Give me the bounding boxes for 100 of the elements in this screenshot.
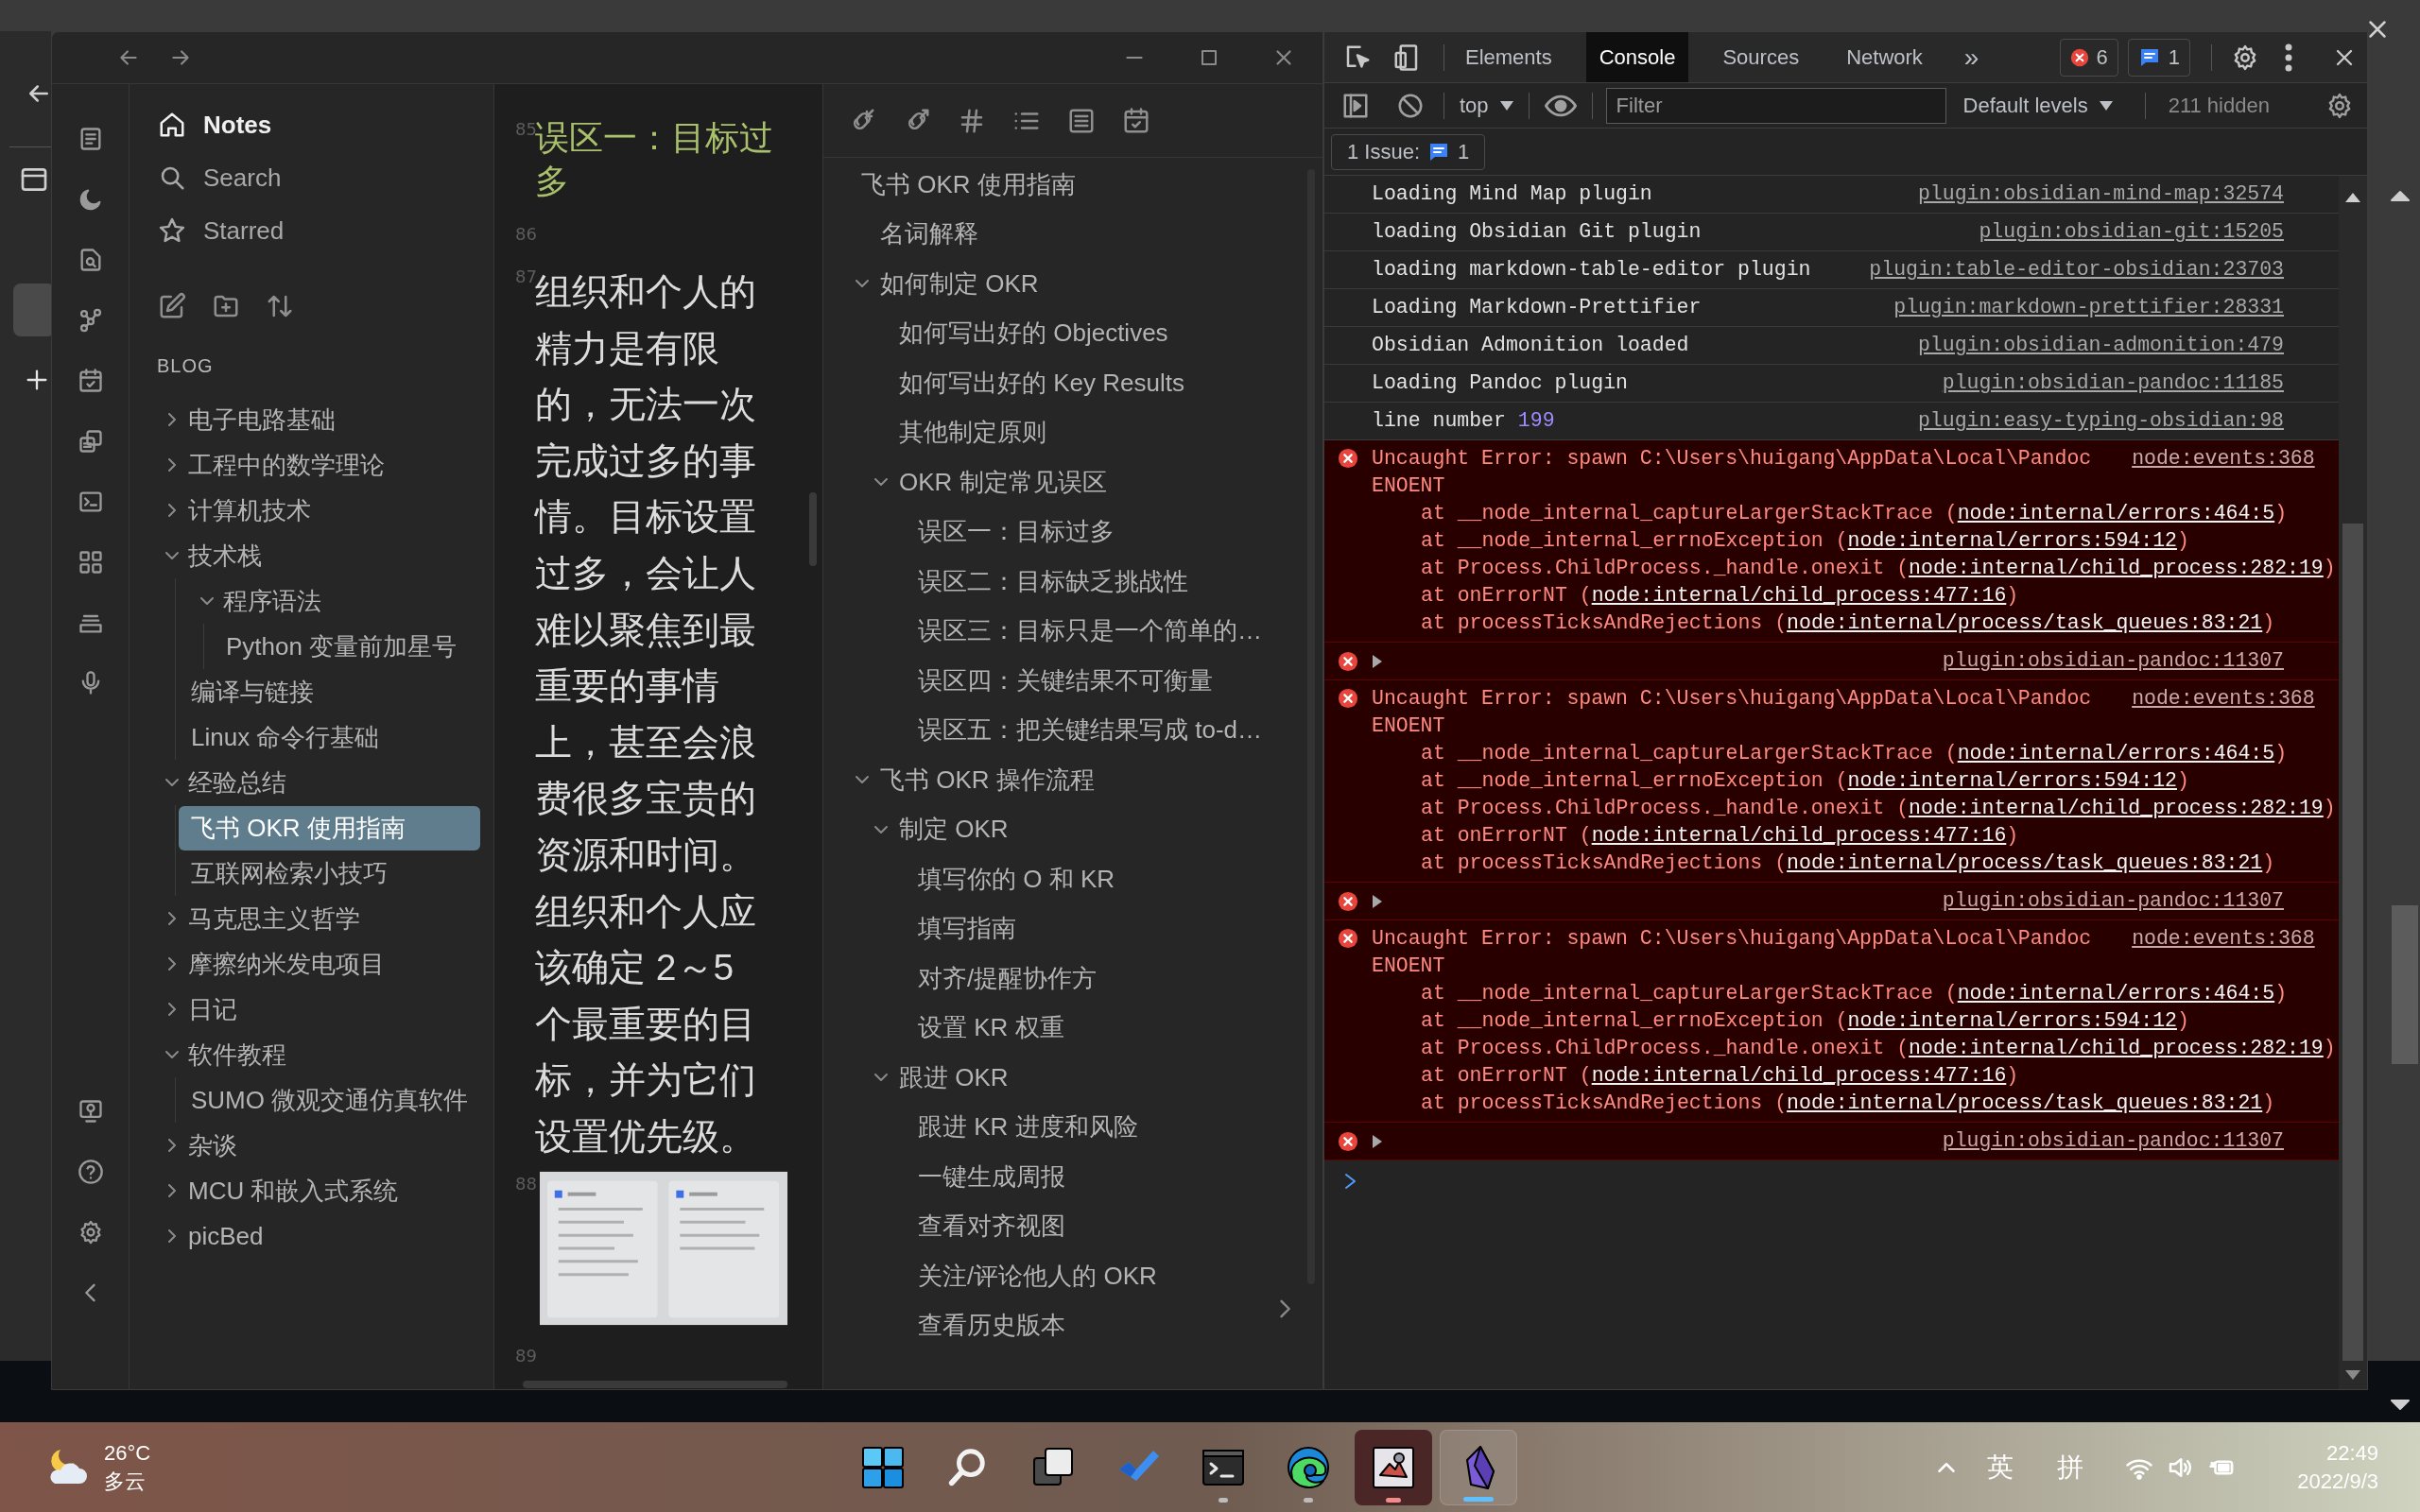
scrollbar-thumb[interactable]	[523, 1381, 787, 1388]
context-dropdown[interactable]: top	[1460, 90, 1513, 121]
outline-item[interactable]: 名词解释	[880, 215, 978, 253]
error-count-badge[interactable]: 6	[2059, 38, 2118, 77]
filter-field[interactable]: Filter	[1605, 87, 1946, 124]
devtools-tab[interactable]: Network	[1833, 32, 1936, 82]
help-icon[interactable]	[77, 1159, 104, 1185]
expand-triangle-icon[interactable]	[1372, 894, 1383, 908]
outline-item[interactable]: 误区四：关键结果不可衡量	[918, 662, 1213, 699]
message-count-badge[interactable]: 1	[2127, 38, 2190, 77]
nav-item[interactable]: Notes	[130, 98, 493, 151]
outline-item[interactable]: OKR 制定常见误区	[873, 463, 1107, 501]
outline-item[interactable]: 一键生成周报	[918, 1158, 1065, 1195]
source-link[interactable]: plugin:obsidian-pandoc:11185	[1942, 368, 2284, 399]
source-link[interactable]: plugin:table-editor-obsidian:23703	[1869, 254, 2284, 285]
source-link[interactable]: node:internal/process/task_queues:83:21	[1787, 1091, 2263, 1114]
copy-icon[interactable]	[77, 428, 104, 455]
outline-item[interactable]: 关注/评论他人的 OKR	[918, 1257, 1157, 1295]
tree-item[interactable]: 飞书 OKR 使用指南	[179, 805, 480, 850]
outline-item[interactable]: 对齐/提醒协作方	[918, 959, 1098, 997]
source-link[interactable]: node:internal/child_process:477:16	[1591, 584, 2007, 607]
outline-item[interactable]: 跟进 OKR	[873, 1058, 1009, 1096]
source-link[interactable]: node:internal/child_process:282:19	[1909, 557, 2324, 579]
tree-item[interactable]: 计算机技术	[160, 488, 480, 533]
expand-triangle-icon[interactable]	[1372, 1134, 1383, 1148]
source-link[interactable]: node:internal/errors:464:5	[1957, 742, 2275, 765]
outline-item[interactable]: 其他制定原则	[899, 414, 1046, 452]
outline-item[interactable]: 飞书 OKR 使用指南	[861, 165, 1076, 203]
more-options-icon[interactable]	[2284, 43, 2293, 72]
outline-item[interactable]: 误区三：目标只是一个简单的…	[918, 612, 1262, 650]
source-link[interactable]: plugin:obsidian-admonition:479	[1917, 330, 2284, 361]
outline-item[interactable]: 跟进 KR 进度和风险	[918, 1108, 1138, 1146]
new-note-icon[interactable]	[158, 292, 186, 320]
scrollbar-thumb[interactable]	[2342, 524, 2363, 1361]
source-link[interactable]: node:events:368	[2132, 925, 2315, 980]
issues-button[interactable]: 1 Issue: 1	[1331, 133, 1486, 170]
outline-item[interactable]: 如何写出好的 Objectives	[899, 315, 1168, 352]
source-link[interactable]: node:internal/errors:594:12	[1847, 769, 2177, 792]
tree-item[interactable]: 马克思主义哲学	[160, 896, 480, 941]
tree-item[interactable]: 工程中的数学理论	[160, 442, 480, 488]
source-link[interactable]: plugin:easy-typing-obsidian:98	[1917, 405, 2284, 437]
source-link[interactable]: node:internal/errors:464:5	[1957, 502, 2275, 524]
outline-item[interactable]: 查看历史版本	[918, 1307, 1065, 1345]
outline-item[interactable]: 制定 OKR	[873, 811, 1009, 849]
more-tabs-button[interactable]: »	[1963, 37, 1979, 77]
outline-item[interactable]: 误区二：目标缺乏挑战性	[918, 562, 1188, 600]
tree-item[interactable]: 互联网检索小技巧	[179, 850, 480, 896]
source-link[interactable]: node:events:368	[2132, 445, 2315, 500]
expand-triangle-icon[interactable]	[1372, 654, 1383, 668]
nav-item[interactable]: Search	[130, 151, 493, 204]
tree-item[interactable]: 软件教程	[160, 1032, 480, 1077]
source-link[interactable]: plugin:markdown-prettifier:28331	[1893, 292, 2284, 323]
tree-item[interactable]: 日记	[160, 987, 480, 1032]
log-levels-dropdown[interactable]: Default levels	[1962, 90, 2113, 121]
source-link[interactable]: node:internal/child_process:477:16	[1591, 1064, 2007, 1087]
scroll-down-arrow-icon[interactable]	[2390, 1399, 2411, 1412]
tree-item[interactable]: 技术栈	[160, 533, 480, 578]
tree-item[interactable]: 杂谈	[160, 1123, 480, 1168]
calendar-check-icon[interactable]	[77, 368, 104, 394]
tree-item[interactable]: 程序语法	[195, 578, 480, 624]
outline-item[interactable]: 误区五：把关键结果写成 to-d…	[918, 712, 1263, 749]
taskbar-button[interactable]	[1355, 1429, 1433, 1505]
scroll-up-arrow-icon[interactable]	[2390, 189, 2411, 202]
source-link[interactable]: plugin:obsidian-mind-map:32574	[1917, 179, 2284, 210]
outline-item[interactable]: 填写你的 O 和 KR	[918, 860, 1115, 898]
tree-item[interactable]: MCU 和嵌入式系统	[160, 1168, 480, 1213]
nav-item[interactable]: Starred	[130, 204, 493, 257]
vault-icon[interactable]	[77, 1098, 104, 1125]
calendar-check-icon[interactable]	[1122, 106, 1150, 135]
source-link[interactable]: node:internal/child_process:282:19	[1909, 797, 2324, 819]
grid-icon[interactable]	[77, 549, 104, 576]
source-link[interactable]: node:internal/errors:464:5	[1957, 982, 2275, 1005]
source-link[interactable]: node:internal/process/task_queues:83:21	[1787, 611, 2263, 634]
devtools-tab[interactable]: Sources	[1709, 32, 1813, 82]
tree-item[interactable]: picBed	[160, 1213, 480, 1259]
tree-item[interactable]: 编译与链接	[179, 669, 480, 714]
tree-item[interactable]: SUMO 微观交通仿真软件	[179, 1077, 480, 1123]
devtools-tab[interactable]: Console	[1585, 32, 1689, 82]
scrollbar-thumb[interactable]	[809, 492, 817, 566]
source-link[interactable]: node:internal/errors:594:12	[1847, 529, 2177, 552]
outline-item[interactable]: 如何写出好的 Key Results	[899, 364, 1184, 402]
scroll-up-arrow-icon[interactable]	[2345, 193, 2360, 202]
tree-item[interactable]: Python 变量前加星号	[214, 624, 480, 669]
source-link[interactable]: node:internal/child_process:282:19	[1909, 1037, 2324, 1059]
devtools-tab[interactable]: Elements	[1452, 32, 1565, 82]
outline-item[interactable]: 误区一：目标过多	[918, 513, 1115, 551]
source-link[interactable]: node:internal/child_process:477:16	[1591, 824, 2007, 847]
outline-item[interactable]: 查看对齐视图	[918, 1208, 1065, 1246]
source-link[interactable]: plugin:obsidian-git:15205	[1979, 216, 2284, 248]
source-link[interactable]: node:internal/process/task_queues:83:21	[1787, 851, 2263, 874]
tree-item[interactable]: 经验总结	[160, 760, 480, 805]
outline-item[interactable]: 填写指南	[918, 910, 1016, 948]
tree-item[interactable]: Linux 命令行基础	[179, 714, 480, 760]
outline-item[interactable]: 设置 KR 权重	[918, 1009, 1064, 1047]
tree-item[interactable]: 电子电路基础	[160, 397, 480, 442]
outline-item[interactable]: 如何制定 OKR	[854, 265, 1039, 302]
taskbar-button[interactable]	[1440, 1429, 1518, 1505]
outline-item[interactable]: 飞书 OKR 操作流程	[854, 761, 1095, 799]
tree-item[interactable]: 摩擦纳米发电项目	[160, 941, 480, 987]
source-link[interactable]: node:internal/errors:594:12	[1847, 1009, 2177, 1032]
